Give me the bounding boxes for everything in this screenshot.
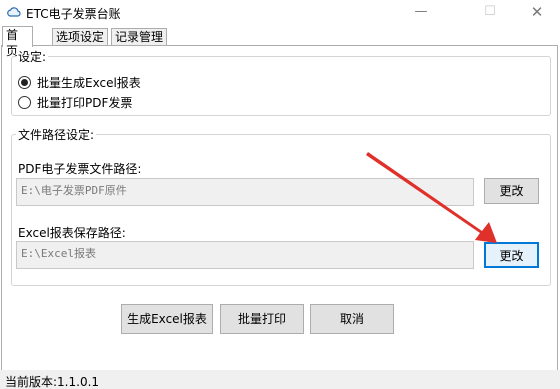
version-text: 当前版本:1.1.0.1 [5, 375, 100, 389]
window-title: ETC电子发票台账 [26, 7, 121, 21]
radio-label: 批量打印PDF发票 [37, 95, 133, 110]
tab-home[interactable]: 首页 [2, 26, 33, 58]
radio-label: 批量生成Excel报表 [37, 75, 141, 90]
paths-legend: 文件路径设定: [18, 128, 95, 142]
cloud-icon [7, 7, 21, 17]
generate-excel-button[interactable]: 生成Excel报表 [121, 304, 213, 334]
tab-options[interactable]: 选项设定 [52, 28, 108, 46]
minimize-button[interactable]: — [398, 0, 444, 26]
tab-records[interactable]: 记录管理 [111, 28, 167, 46]
tab-strip: 首页 选项设定 记录管理 [0, 26, 560, 58]
maximize-button[interactable]: ☐ [467, 0, 513, 26]
radio-unchecked-indicator[interactable] [18, 95, 31, 109]
radio-generate-excel[interactable]: 批量生成Excel报表 [18, 74, 141, 90]
pdf-path-label: PDF电子发票文件路径: [18, 162, 142, 176]
cancel-button[interactable]: 取消 [310, 304, 394, 334]
excel-path-field[interactable]: E:\Excel报表 [16, 241, 474, 269]
title-bar: ETC电子发票台账 — ☐ ✕ [0, 0, 560, 26]
tab-content: 设定: 批量生成Excel报表 批量打印PDF发票 文件路径设定: PDF电子发… [1, 45, 558, 371]
pdf-path-field[interactable]: E:\电子发票PDF原件 [16, 178, 474, 206]
status-bar: 当前版本:1.1.0.1 [0, 370, 560, 389]
settings-legend: 设定: [18, 50, 47, 64]
excel-path-label: Excel报表保存路径: [18, 226, 126, 240]
radio-print-pdf[interactable]: 批量打印PDF发票 [18, 94, 132, 110]
change-pdf-path-button[interactable]: 更改 [484, 178, 539, 204]
close-button[interactable]: ✕ [514, 0, 560, 26]
batch-print-button[interactable]: 批量打印 [220, 304, 304, 334]
radio-checked-indicator[interactable] [18, 75, 31, 89]
change-excel-path-button[interactable]: 更改 [484, 242, 539, 268]
